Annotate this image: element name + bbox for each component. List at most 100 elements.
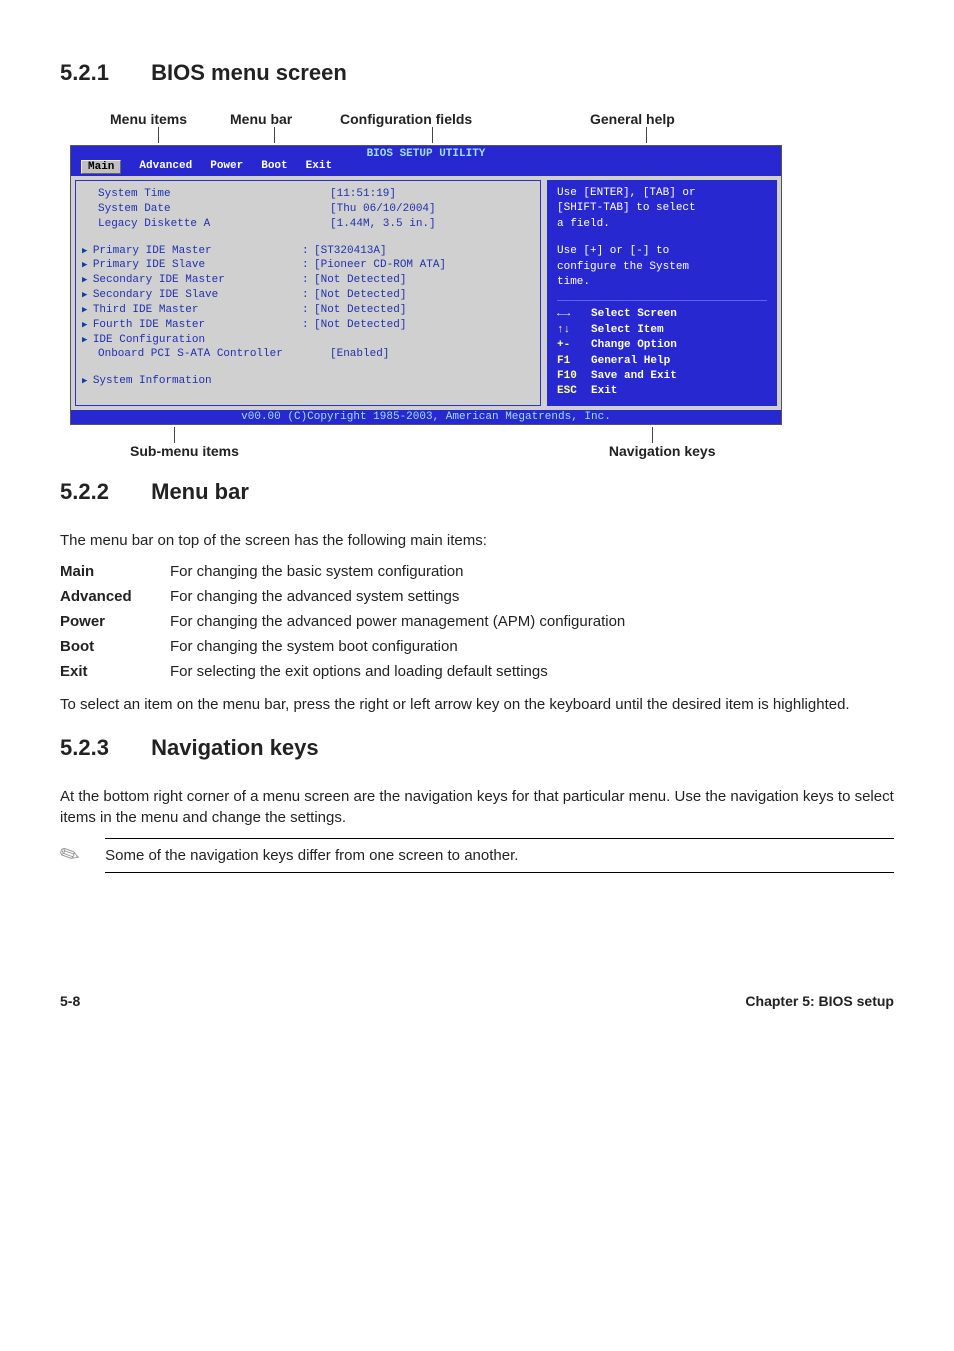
nav-key: ←→ <box>557 307 591 322</box>
nav-key: ESC <box>557 384 591 399</box>
menu-table-label: Exit <box>60 663 170 680</box>
section2-outro: To select an item on the menu bar, press… <box>60 694 894 715</box>
nav-key: ↑↓ <box>557 323 591 338</box>
bios-row-sep: : <box>302 303 314 318</box>
menu-table-desc: For changing the advanced system setting… <box>170 588 894 605</box>
bios-row[interactable]: System Information <box>82 374 534 389</box>
bios-row-value: [Pioneer CD-ROM ATA] <box>314 258 446 273</box>
bios-row-value: [1.44M, 3.5 in.] <box>330 217 436 232</box>
menu-table-label: Advanced <box>60 588 170 605</box>
nav-key-desc: Save and Exit <box>591 369 767 384</box>
bios-row-label: System Date <box>82 202 318 217</box>
section-num: 5.2.1 <box>60 60 145 86</box>
note-box: ✎ Some of the navigation keys differ fro… <box>60 838 894 873</box>
bios-diagram: Menu items Menu bar Configuration fields… <box>70 111 894 459</box>
label-general-help: General help <box>590 111 730 127</box>
section2-intro: The menu bar on top of the screen has th… <box>60 530 894 551</box>
bios-row-value: [Not Detected] <box>314 303 406 318</box>
menu-table-desc: For changing the basic system configurat… <box>170 563 894 580</box>
nav-key-desc: Change Option <box>591 338 767 353</box>
label-navigation-keys: Navigation keys <box>609 443 716 459</box>
section-num: 5.2.2 <box>60 479 145 505</box>
help-line: Use [ENTER], [TAB] or <box>557 186 767 201</box>
page-footer: 5-8 Chapter 5: BIOS setup <box>60 993 894 1009</box>
bios-row-label: Primary IDE Master <box>82 244 302 259</box>
menu-table-desc: For changing the system boot configurati… <box>170 638 894 655</box>
bios-row-sep <box>318 187 330 202</box>
bios-menubar: Main Advanced Power Boot Exit <box>71 160 781 176</box>
bios-row[interactable]: Legacy Diskette A [1.44M, 3.5 in.] <box>82 217 534 232</box>
bios-row-sep <box>318 347 330 362</box>
bios-title: BIOS SETUP UTILITY <box>71 146 781 160</box>
bios-row-sep <box>302 374 314 389</box>
bios-row-label: System Time <box>82 187 318 202</box>
bios-row[interactable]: Primary IDE Slave:[Pioneer CD-ROM ATA] <box>82 258 534 273</box>
bios-row-sep <box>318 217 330 232</box>
bios-row[interactable]: Primary IDE Master:[ST320413A] <box>82 244 534 259</box>
bios-row-label: Primary IDE Slave <box>82 258 302 273</box>
bios-row-value: [Not Detected] <box>314 318 406 333</box>
section-heading-5-2-1: 5.2.1 BIOS menu screen <box>60 60 894 86</box>
bios-row-sep <box>318 202 330 217</box>
bios-row-label: System Information <box>82 374 302 389</box>
bios-help-panel: Use [ENTER], [TAB] or [SHIFT-TAB] to sel… <box>547 180 777 406</box>
bios-window: BIOS SETUP UTILITY Main Advanced Power B… <box>70 145 782 425</box>
bios-row-label: Legacy Diskette A <box>82 217 318 232</box>
bios-row-sep <box>302 333 314 348</box>
section-heading-5-2-3: 5.2.3 Navigation keys <box>60 735 894 761</box>
diagram-top-labels: Menu items Menu bar Configuration fields… <box>70 111 894 127</box>
menu-table-label: Main <box>60 563 170 580</box>
bios-row-sep: : <box>302 318 314 333</box>
label-menu-items: Menu items <box>110 111 230 127</box>
bios-row-sep: : <box>302 288 314 303</box>
bios-row[interactable]: Third IDE Master:[Not Detected] <box>82 303 534 318</box>
diagram-bottom-labels: Sub-menu items Navigation keys <box>70 443 894 459</box>
help-line: Use [+] or [-] to <box>557 244 767 259</box>
bios-row-label: Secondary IDE Master <box>82 273 302 288</box>
bios-row[interactable]: Secondary IDE Master:[Not Detected] <box>82 273 534 288</box>
bios-copyright: v00.00 (C)Copyright 1985-2003, American … <box>71 410 781 424</box>
nav-key-desc: General Help <box>591 354 767 369</box>
bios-row[interactable]: Secondary IDE Slave:[Not Detected] <box>82 288 534 303</box>
help-line: a field. <box>557 217 767 232</box>
section-num: 5.2.3 <box>60 735 145 761</box>
bios-tab-exit[interactable]: Exit <box>306 160 332 174</box>
bios-row[interactable]: Onboard PCI S-ATA Controller[Enabled] <box>82 347 534 362</box>
bios-row[interactable]: System Time [11:51:19] <box>82 187 534 202</box>
label-config-fields: Configuration fields <box>340 111 570 127</box>
pencil-icon: ✎ <box>55 838 85 873</box>
bios-row-value: [Not Detected] <box>314 273 406 288</box>
nav-keys-box: ←→Select Screen↑↓Select Item+-Change Opt… <box>557 300 767 399</box>
section-heading-5-2-2: 5.2.2 Menu bar <box>60 479 894 505</box>
bios-row-label: Secondary IDE Slave <box>82 288 302 303</box>
chapter-label: Chapter 5: BIOS setup <box>745 993 894 1009</box>
bios-row[interactable]: Fourth IDE Master:[Not Detected] <box>82 318 534 333</box>
bios-row-value: [ST320413A] <box>314 244 387 259</box>
nav-key-desc: Select Screen <box>591 307 767 322</box>
help-line: [SHIFT-TAB] to select <box>557 201 767 216</box>
bios-row[interactable]: IDE Configuration <box>82 333 534 348</box>
bios-row-value: [11:51:19] <box>330 187 396 202</box>
menu-table-label: Power <box>60 613 170 630</box>
nav-key-desc: Select Item <box>591 323 767 338</box>
nav-key-desc: Exit <box>591 384 767 399</box>
bios-tab-main[interactable]: Main <box>81 160 121 174</box>
help-line: configure the System <box>557 260 767 275</box>
nav-key: F10 <box>557 369 591 384</box>
bios-row-value: [Not Detected] <box>314 288 406 303</box>
bios-row[interactable]: System Date [Thu 06/10/2004] <box>82 202 534 217</box>
bios-row-label: Onboard PCI S-ATA Controller <box>82 347 318 362</box>
menu-table-desc: For changing the advanced power manageme… <box>170 613 894 630</box>
note-text: Some of the navigation keys differ from … <box>105 838 894 873</box>
bios-tab-power[interactable]: Power <box>210 160 243 174</box>
section-title: Menu bar <box>151 479 249 504</box>
label-submenu-items: Sub-menu items <box>130 443 239 459</box>
bios-tab-boot[interactable]: Boot <box>261 160 287 174</box>
menu-table: MainFor changing the basic system config… <box>60 563 894 680</box>
nav-key: +- <box>557 338 591 353</box>
bios-row-label: Fourth IDE Master <box>82 318 302 333</box>
bios-tab-advanced[interactable]: Advanced <box>139 160 192 174</box>
bios-row-value: [Thu 06/10/2004] <box>330 202 436 217</box>
menu-table-desc: For selecting the exit options and loadi… <box>170 663 894 680</box>
label-menu-bar: Menu bar <box>230 111 340 127</box>
